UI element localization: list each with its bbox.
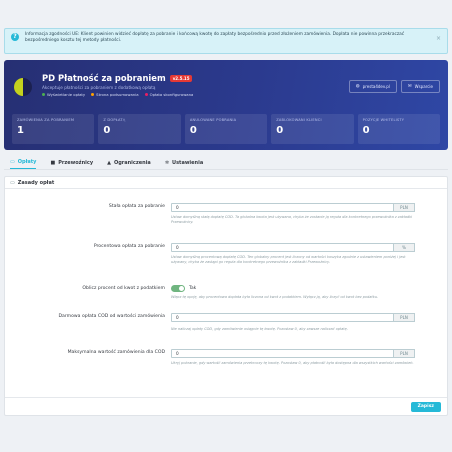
money-icon: ▭ <box>10 179 15 186</box>
currency-addon: PLN <box>393 349 415 358</box>
free-threshold-input[interactable]: 0 PLN <box>171 313 415 322</box>
module-logo <box>14 78 32 96</box>
module-title: PD Płatność za pobraniem <box>42 73 166 83</box>
fixed-fee-label: Stała opłata za pobranie <box>108 204 165 209</box>
tax-toggle-switch[interactable] <box>171 285 185 292</box>
notice-text: Informacja zgodności UE: Klient powinien… <box>25 32 405 43</box>
tax-toggle-label: Oblicz procent od kwot z podatkiem <box>82 286 165 291</box>
fee-rules-panel: ▭ Zasady opłat Stała opłata za pobranie … <box>4 176 448 416</box>
panel-footer: Zapisz <box>5 397 447 415</box>
toggle-state: Tak <box>189 286 197 291</box>
globe-icon: ◍ <box>355 84 360 89</box>
tab-restrictions[interactable]: ▲ Ograniczenia <box>107 156 151 169</box>
status-flags: Wyświetlanie opłaty Strona podsumowania … <box>42 92 193 97</box>
stats-row: ZAMÓWIENIA ZA POBRANIEM 1 Z DOPŁATĄ 0 AN… <box>12 114 441 144</box>
envelope-icon: ✉ <box>407 84 412 89</box>
status-flag: Wyświetlanie opłaty <box>42 92 85 97</box>
max-order-help: Ukryj pobranie, gdy wartość zamówienia p… <box>171 361 414 365</box>
lock-icon: ▲ <box>107 159 111 166</box>
stat-with-surcharge: Z DOPŁATĄ 0 <box>98 114 181 144</box>
money-icon: ▭ <box>10 159 15 165</box>
gears-icon: ✲ <box>164 159 170 166</box>
free-threshold-label: Darmowa opłata COD od wartości zamówieni… <box>58 314 165 319</box>
stat-whitelist: POZYCJE WHITELISTY 0 <box>357 114 441 144</box>
percent-fee-help: Ustaw domyślną procentową dopłatę COD. T… <box>171 255 406 264</box>
percent-fee-label: Procentowa opłata za pobranie <box>93 244 165 249</box>
status-flag: Opłata skonfigurowana <box>144 92 193 97</box>
support-button[interactable]: ✉ Wsparcie <box>400 80 440 93</box>
percent-addon: % <box>393 243 415 252</box>
currency-addon: PLN <box>393 203 415 212</box>
tab-bar: ▭ Opłaty ■ Przewoźnicy ▲ Ograniczenia ✲ … <box>4 156 448 170</box>
stat-blocked-customers: ZABLOKOWANI KLIENCI 0 <box>271 114 354 144</box>
panel-heading: ▭ Zasady opłat <box>5 177 447 189</box>
tab-carriers[interactable]: ■ Przewoźnicy <box>50 156 93 169</box>
free-threshold-help: Nie naliczaj opłaty COD, gdy zamówienie … <box>171 327 348 331</box>
website-button[interactable]: ◍ presta4dev.pl <box>348 80 397 93</box>
stat-cancelled: ANULOWANE POBRANIA 0 <box>184 114 268 144</box>
module-header: PD Płatność za pobraniem v2.5.15 Akceptu… <box>4 60 448 150</box>
max-order-input[interactable]: 0 PLN <box>171 349 415 358</box>
fixed-fee-input[interactable]: 0 PLN <box>171 203 415 212</box>
save-button[interactable]: Zapisz <box>410 402 441 412</box>
fixed-fee-help: Ustaw domyślną stałą dopłatę COD. Ta glo… <box>171 215 413 224</box>
close-icon[interactable]: × <box>436 35 441 42</box>
max-order-label: Maksymalna wartość zamówienia dla COD <box>67 350 165 355</box>
version-badge: v2.5.15 <box>169 74 193 82</box>
compliance-notice: ? Informacja zgodności UE: Klient powini… <box>4 28 448 54</box>
stat-cod-orders: ZAMÓWIENIA ZA POBRANIEM 1 <box>12 114 95 144</box>
module-subtitle: Akceptuje płatności za pobraniem z dodat… <box>42 85 156 90</box>
status-flag: Strona podsumowania <box>91 92 139 97</box>
truck-icon: ■ <box>50 159 56 166</box>
info-icon: ? <box>11 33 19 41</box>
tab-settings[interactable]: ✲ Ustawienia <box>165 156 203 169</box>
percent-fee-input[interactable]: 0 % <box>171 243 415 252</box>
tax-toggle-help: Włącz tę opcję, aby procentowa dopłata b… <box>171 295 379 299</box>
currency-addon: PLN <box>393 313 415 322</box>
tab-fees[interactable]: ▭ Opłaty <box>10 156 37 169</box>
